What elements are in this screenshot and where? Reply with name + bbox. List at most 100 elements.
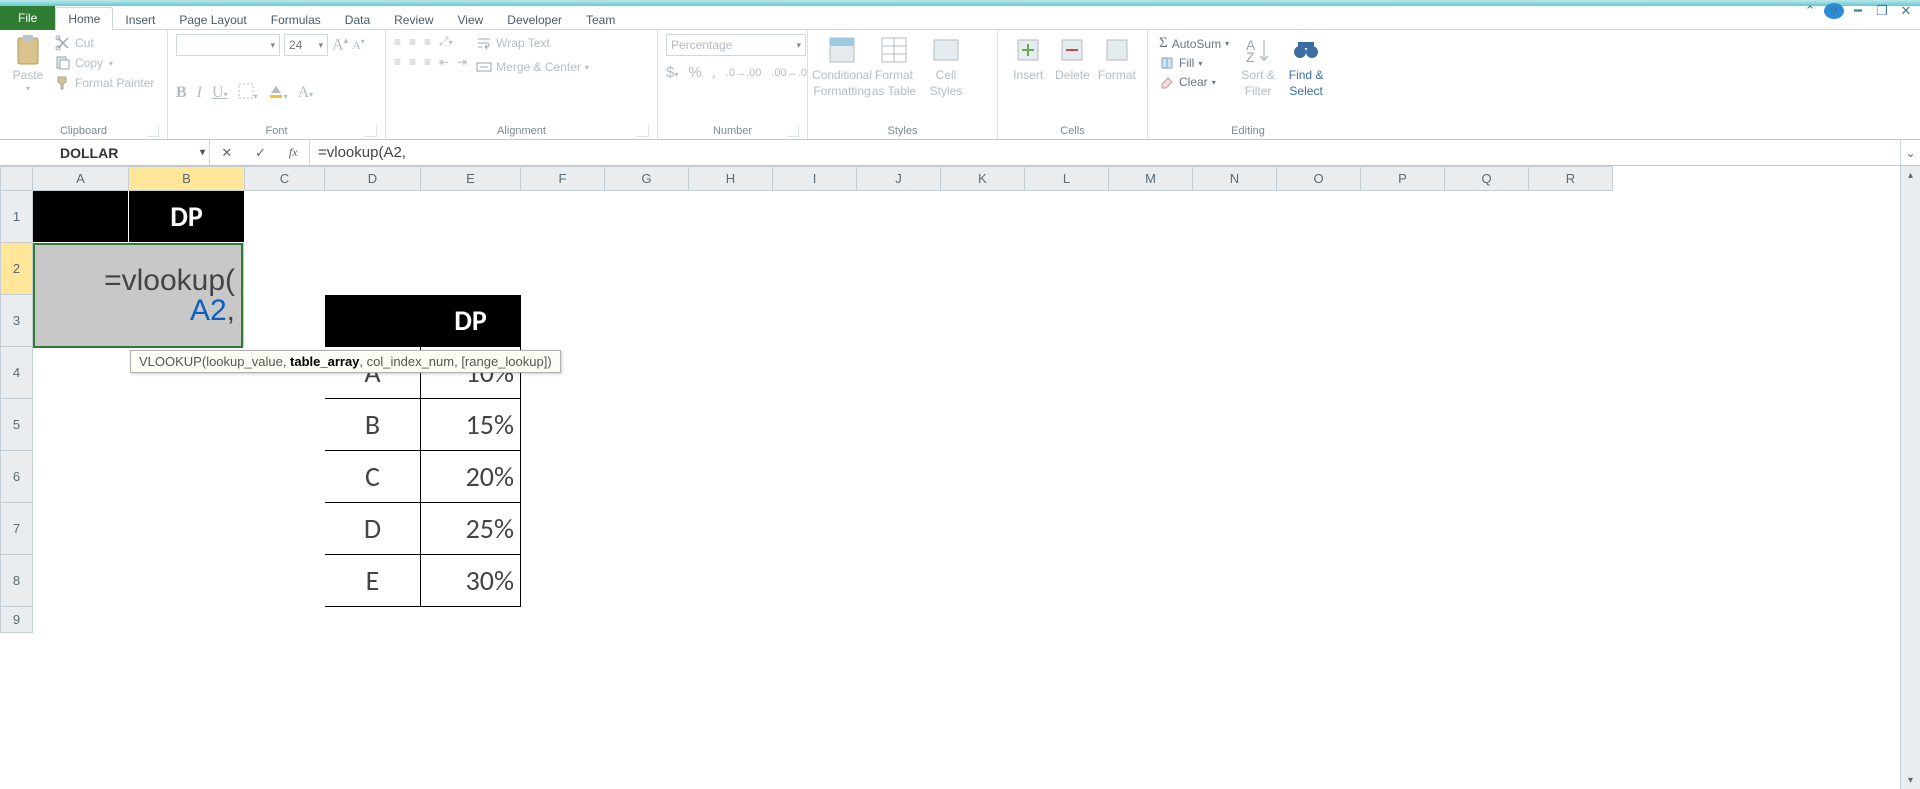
- format-as-table-button[interactable]: Formatas Table: [868, 34, 920, 98]
- cell-G6[interactable]: [605, 451, 689, 503]
- cell-K8[interactable]: [941, 555, 1025, 607]
- format-cells-button[interactable]: Format: [1095, 34, 1139, 82]
- cell-Q7[interactable]: [1445, 503, 1529, 555]
- cell-P1[interactable]: [1361, 191, 1445, 243]
- font-size-combo[interactable]: 24▾: [284, 34, 328, 56]
- align-bottom-icon[interactable]: ≡: [424, 35, 431, 49]
- cell-H9[interactable]: [689, 607, 773, 633]
- align-center-icon[interactable]: ≡: [409, 55, 416, 69]
- cell-N6[interactable]: [1193, 451, 1277, 503]
- cell-D5[interactable]: B: [325, 399, 421, 451]
- cell-M6[interactable]: [1109, 451, 1193, 503]
- expand-formula-bar-button[interactable]: ⌄: [1900, 140, 1920, 165]
- cell-A1[interactable]: [33, 191, 129, 243]
- align-top-icon[interactable]: ≡: [394, 35, 401, 49]
- cell-G7[interactable]: [605, 503, 689, 555]
- increase-decimal-button[interactable]: .0→.00: [726, 67, 761, 79]
- tab-developer[interactable]: Developer: [495, 9, 574, 30]
- col-header-N[interactable]: N: [1193, 167, 1277, 191]
- help-icon[interactable]: ?: [1824, 3, 1844, 19]
- cell-M5[interactable]: [1109, 399, 1193, 451]
- shrink-font-icon[interactable]: A▾: [352, 37, 365, 53]
- cell-J7[interactable]: [857, 503, 941, 555]
- cell-N9[interactable]: [1193, 607, 1277, 633]
- cell-K9[interactable]: [941, 607, 1025, 633]
- decrease-indent-icon[interactable]: ⇤: [439, 55, 449, 69]
- cell-G1[interactable]: [605, 191, 689, 243]
- row-header-1[interactable]: 1: [1, 191, 33, 243]
- cell-O7[interactable]: [1277, 503, 1361, 555]
- cell-F6[interactable]: [521, 451, 605, 503]
- cell-K3[interactable]: [941, 295, 1025, 347]
- dialog-launcher-icon[interactable]: [787, 125, 799, 137]
- cell-N2[interactable]: [1193, 243, 1277, 295]
- cell-N7[interactable]: [1193, 503, 1277, 555]
- col-header-L[interactable]: L: [1025, 167, 1109, 191]
- decrease-decimal-button[interactable]: .00→.0: [771, 67, 806, 79]
- tab-home[interactable]: Home: [55, 7, 113, 30]
- cell-O8[interactable]: [1277, 555, 1361, 607]
- cell-A4[interactable]: [33, 347, 129, 399]
- caret-up-icon[interactable]: ⌃: [1800, 3, 1820, 19]
- cell-N1[interactable]: [1193, 191, 1277, 243]
- cell-P8[interactable]: [1361, 555, 1445, 607]
- cell-P3[interactable]: [1361, 295, 1445, 347]
- col-header-Q[interactable]: Q: [1445, 167, 1529, 191]
- col-header-E[interactable]: E: [421, 167, 521, 191]
- cell-Q5[interactable]: [1445, 399, 1529, 451]
- cell-M4[interactable]: [1109, 347, 1193, 399]
- tab-view[interactable]: View: [446, 9, 496, 30]
- cell-E2[interactable]: [421, 243, 521, 295]
- tab-file[interactable]: File: [0, 6, 55, 30]
- cell-O1[interactable]: [1277, 191, 1361, 243]
- cell-H2[interactable]: [689, 243, 773, 295]
- tab-formulas[interactable]: Formulas: [259, 9, 333, 30]
- cell-C6[interactable]: [245, 451, 325, 503]
- cell-O5[interactable]: [1277, 399, 1361, 451]
- cell-I7[interactable]: [773, 503, 857, 555]
- cell-N8[interactable]: [1193, 555, 1277, 607]
- cell-O6[interactable]: [1277, 451, 1361, 503]
- restore-button[interactable]: ❐: [1872, 3, 1892, 19]
- find-select-button[interactable]: Find &Select: [1284, 34, 1328, 98]
- col-header-F[interactable]: F: [521, 167, 605, 191]
- cell-K6[interactable]: [941, 451, 1025, 503]
- cell-C3[interactable]: [245, 295, 325, 347]
- cell-D8[interactable]: E: [325, 555, 421, 607]
- tab-data[interactable]: Data: [333, 9, 382, 30]
- cell-R6[interactable]: [1529, 451, 1613, 503]
- cell-F2[interactable]: [521, 243, 605, 295]
- cell-I5[interactable]: [773, 399, 857, 451]
- cell-P5[interactable]: [1361, 399, 1445, 451]
- autosum-button[interactable]: ΣAutoSum▾: [1156, 34, 1232, 53]
- cell-J6[interactable]: [857, 451, 941, 503]
- font-family-combo[interactable]: ▾: [176, 34, 280, 56]
- cell-L5[interactable]: [1025, 399, 1109, 451]
- cell-P2[interactable]: [1361, 243, 1445, 295]
- cell-G9[interactable]: [605, 607, 689, 633]
- cell-Q2[interactable]: [1445, 243, 1529, 295]
- cell-K4[interactable]: [941, 347, 1025, 399]
- cell-G2[interactable]: [605, 243, 689, 295]
- col-header-R[interactable]: R: [1529, 167, 1613, 191]
- cell-F5[interactable]: [521, 399, 605, 451]
- formula-input[interactable]: =vlookup(A2,: [310, 140, 1900, 165]
- cell-J3[interactable]: [857, 295, 941, 347]
- cell-D6[interactable]: C: [325, 451, 421, 503]
- col-header-H[interactable]: H: [689, 167, 773, 191]
- cell-P4[interactable]: [1361, 347, 1445, 399]
- font-color-button[interactable]: A▾: [298, 84, 314, 102]
- percent-format-button[interactable]: %: [688, 64, 701, 81]
- cell-H8[interactable]: [689, 555, 773, 607]
- copy-button[interactable]: Copy▾: [52, 54, 157, 72]
- chevron-down-icon[interactable]: ▾: [200, 147, 205, 158]
- insert-cells-button[interactable]: Insert: [1006, 34, 1050, 82]
- cell-B5[interactable]: [129, 399, 245, 451]
- col-header-C[interactable]: C: [245, 167, 325, 191]
- col-header-P[interactable]: P: [1361, 167, 1445, 191]
- cell-C2[interactable]: [245, 243, 325, 295]
- format-painter-button[interactable]: Format Painter: [52, 74, 157, 92]
- cell-L3[interactable]: [1025, 295, 1109, 347]
- cell-J2[interactable]: [857, 243, 941, 295]
- border-button[interactable]: ▾: [238, 83, 258, 102]
